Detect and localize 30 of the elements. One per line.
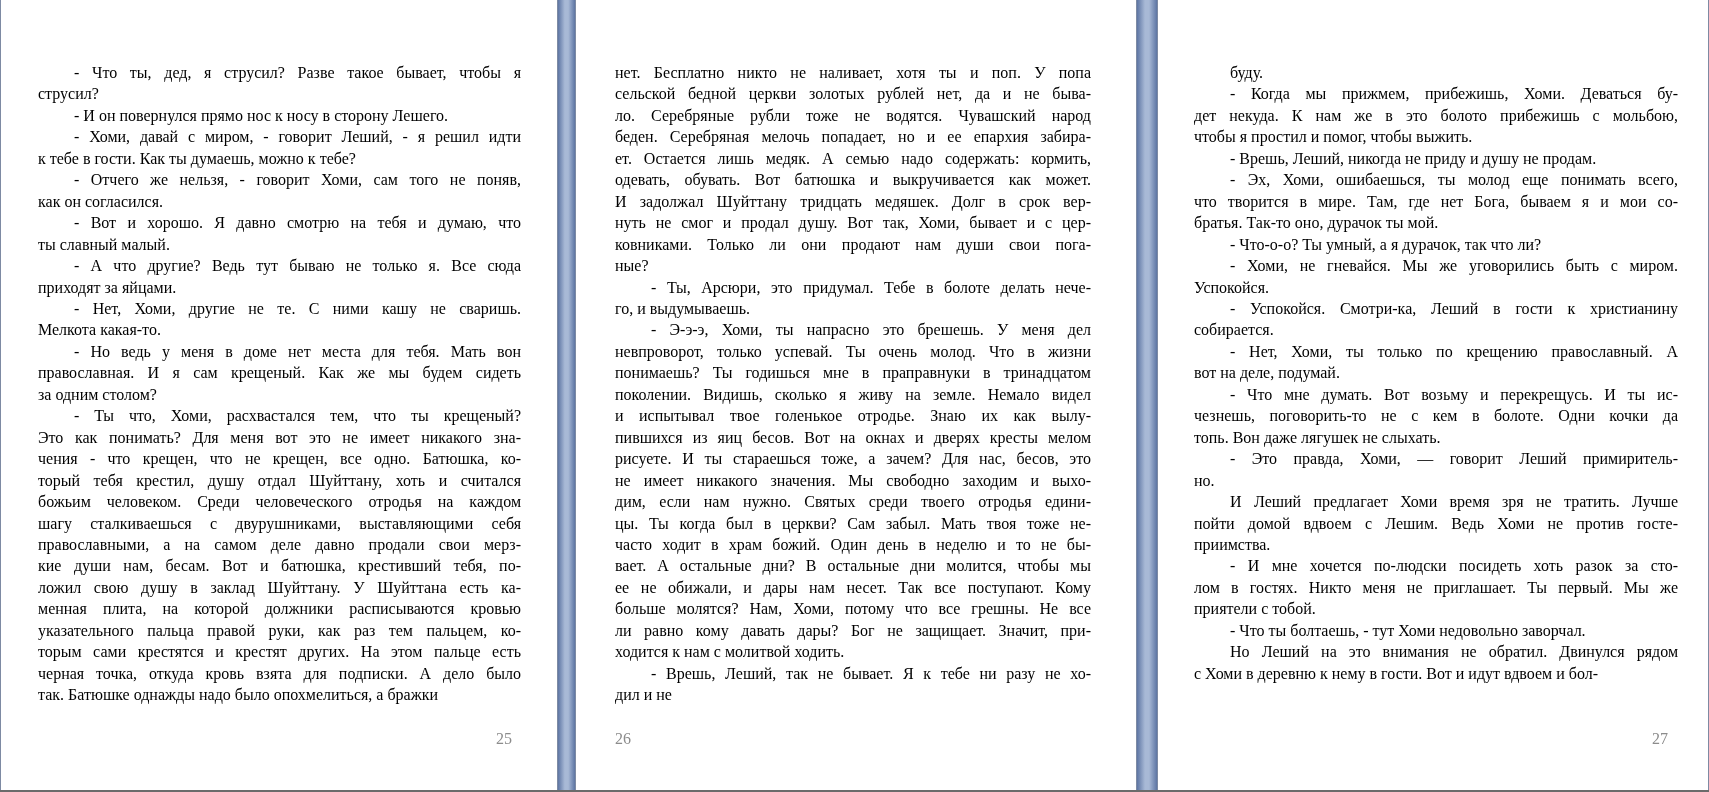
paragraph: буду.: [1229, 63, 1265, 84]
paragraph: - Что ты болтаешь, - тут Хоми недовольно заворчал.: [1229, 620, 1587, 642]
paragraph: - Вот и хорошо. Я давно смотрю на тебя и думаю, что ты славный малый.: [38, 213, 521, 255]
paragraph: - Когда мы прижмем, прибежишь, Хоми. Деваться бу- дет некуда. К нам же в это болото прибежишь с мольбою, чтобы я простил и помог, чтобы выжить.: [1194, 84, 1678, 148]
paragraph: - Но ведь у меня в доме нет места для тебя. Мать вон православная. И я сам крещеный. Как же мы будем сидеть за одним столом?: [38, 341, 521, 406]
paragraph: - Врешь, Леший, так не бывает. Я к тебе ни разу не хо- дил и не: [615, 663, 1091, 706]
paragraph: - Эх, Хоми, ошибаешься, ты молод еще понимать всего, что творится в мире. Там, где нет Бога, бываем я и мои со- братья. Так-то оно, дурачок ты мой.: [1194, 170, 1678, 234]
paragraph: нет. Бесплатно никто не наливает, хотя ты и поп. У попа сельской бедной церкви золотых рублей нет, да и не быва- ло. Серебряные рубли тоже не водятся. Чувашский народ беден. Серебряная мелочь попадает, но и ее епархия забира- ет. Остается лишь медяк. А семью надо содержать: кормить, одевать, обувать. Вот батюшка и выкручивается как может. И задолжал Шуйттану тридцать медяшек. Долг в срок вер- нуть не смог и продал душу. Вот так, Хоми, бывает и с цер- ковниками. Только ли они продают нам души свои пога- ные?: [615, 63, 1091, 277]
paragraph: - Ты что, Хоми, расхвастался тем, что ты крещеный? Это как понимать? Для меня вот это не имеет никакого зна- чения - что крещен, что не крещен, все одно. Батюшка, ко- торый тебя крестил, душу отдал Шуйттану, хоть и считался божьим человеком. Среди человеческого отродья на каждом шагу сталкиваешься с двурушниками, выставляющими себя православными, а на самом деле давно продали свои мерз- кие души нам, бесам. Вот и батюшка, крестивший тебя, по- ложил свою душу в заклад Шуйттану. У Шуйттана есть ка- менная плита, на которой должники расписываются кровью указательного пальца правой руки, как раз тем пальцем, ко- торым сами крестятся и крестят других. На этом пальце есть черная точка, откуда кровь взята для подписки. А дело было так. Батюшке однажды надо было опохмелиться, а бражки: [38, 406, 521, 706]
page-number: 26: [615, 730, 631, 748]
paragraph: - Нет, Хоми, ты только по крещению православный. А вот на деле, подумай.: [1194, 341, 1678, 384]
paragraph: - Что ты, дед, я струсил? Разве такое бывает, чтобы я струсил?: [38, 63, 521, 105]
paragraph: И Леший предлагает Хоми время зря не тратить. Лучше пойти домой вдвоем с Лешим. Ведь Хоми не против госте- приимства.: [1194, 492, 1678, 556]
paragraph: - И он повернулся прямо нос к носу в сторону Лешего.: [73, 105, 450, 127]
paragraph: - Хоми, не гневайся. Мы же уговорились быть с миром. Успокойся.: [1194, 256, 1678, 298]
paragraph: - Хоми, давай с миром, - говорит Леший, - я решил идти к тебе в гости. Как ты думаешь, можно к тебе?: [38, 127, 521, 170]
page-number: 25: [496, 730, 512, 748]
paragraph: - Успокойся. Смотри-ка, Леший в гости к христианину собирается.: [1194, 299, 1678, 341]
paragraph: - Э-э-э, Хоми, ты напрасно это брешешь. У меня дел невпроворот, только успевай. Ты очень молод. Что в жизни понимаешь? Ты годишься мне в праправнуки в тринадцатом поколении. Видишь, сколько я живу на земле. Немало видел и испытывал твое голенькое отродье. Знаю их как вылу- пившихся из яиц бесов. Вот на окнах и дверях кресты мелом рисуете. И ты стараешься тоже, а зачем? Для нас, бесов, это не имеет никакого значения. Мы свободно заходим и выхо- дим, если нам нужно. Святых среди твоего отродья едини- цы. Ты когда был в церкви? Сам забыл. Мать твоя тоже не- часто ходит в храм божий. Один день в неделю и то не бы- вает. А остальные дни? В остальные дни молится, чтобы мы ее не обижали, и дары нам несет. Так все поступают. Кому больше молятся? Нам, Хоми, потому что все грешны. Не все ли равно кому давать дары? Бог не защищает. Значит, при- ходится к нам с молитвой ходить.: [615, 320, 1091, 663]
paragraph: Но Леший на это внимания не обратил. Двинулся рядом с Хоми в деревню к нему в гости. Вот и идут вдвоем и бол-: [1194, 642, 1678, 685]
paragraph: - Это правда, Хоми, — говорит Леший примиритель- но.: [1194, 449, 1678, 491]
paragraph: - Что-о-о? Ты умный, а я дурачок, так что ли?: [1229, 234, 1543, 256]
paragraph: - А что другие? Ведь тут бываю не только я. Все сюда приходят за яйцами.: [38, 256, 521, 298]
page-number: 27: [1652, 730, 1668, 748]
paragraph: - Что мне думать. Вот возьму и перекрещусь. И ты ис- чезнешь, поговорить-то не с кем в болоте. Одни кочки да топь. Вон даже лягушек не слыхать.: [1194, 384, 1678, 449]
paragraph: - Ты, Арсюри, это придумал. Тебе в болоте делать нече- го, и выдумываешь.: [615, 277, 1091, 320]
paragraph: - И мне хочется по-людски посидеть хоть разок за сто- лом в гостях. Никто меня не приглашает. Ты первый. Мы же приятели с тобой.: [1194, 556, 1678, 620]
paragraph: - Отчего же нельзя, - говорит Хоми, сам того не поняв, как он согласился.: [38, 170, 521, 212]
paragraph: - Врешь, Леший, никогда не приду и душу не продам.: [1229, 148, 1598, 170]
paragraph: - Нет, Хоми, другие не те. С ними кашу не сваришь. Мелкота какая-то.: [38, 299, 521, 341]
